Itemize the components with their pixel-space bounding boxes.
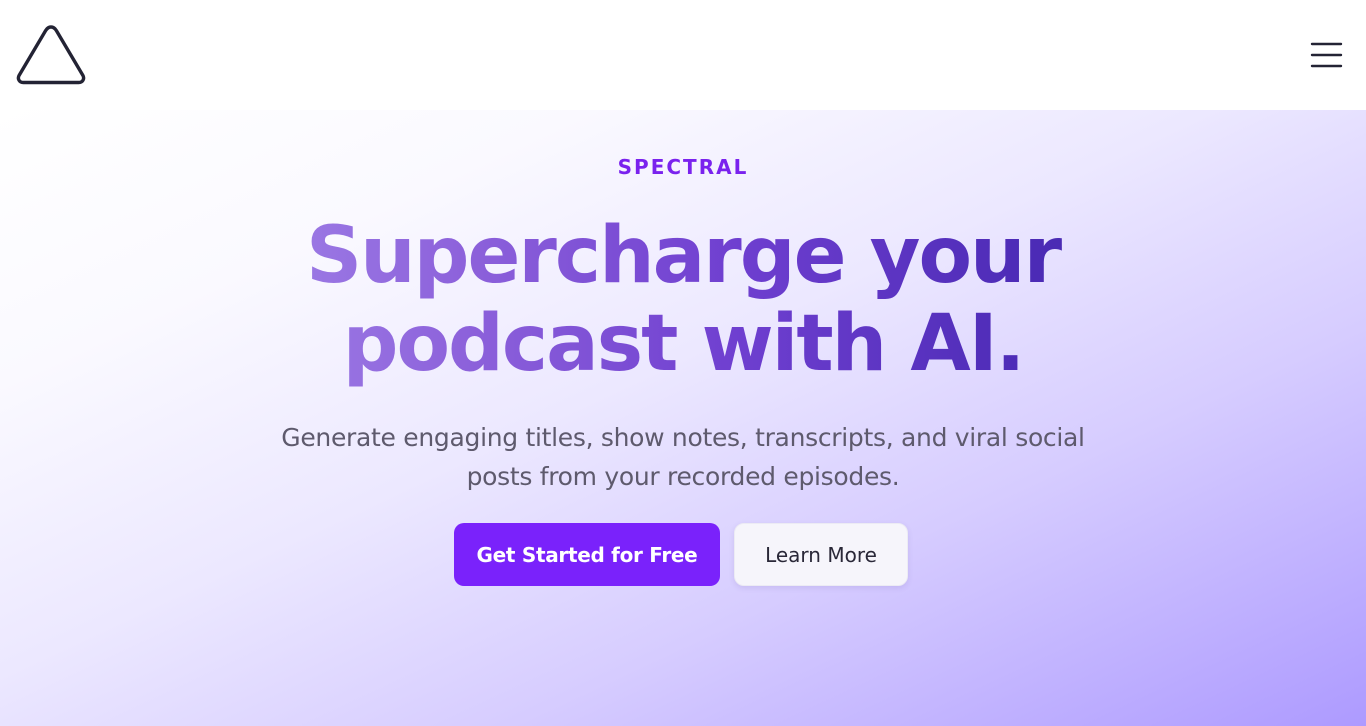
hamburger-menu-button[interactable]	[1306, 38, 1348, 72]
hero-subtitle-line-1: Generate engaging titles, show notes, tr…	[281, 423, 1085, 452]
hero-headline-line-1: Supercharge your	[305, 211, 1061, 301]
hero-headline: Supercharge your podcast with AI.	[183, 212, 1183, 388]
get-started-button[interactable]: Get Started for Free	[454, 523, 720, 586]
hero-subtitle: Generate engaging titles, show notes, tr…	[243, 418, 1123, 496]
triangle-logo-icon[interactable]	[14, 22, 88, 86]
hero-section: SPECTRAL Supercharge your podcast with A…	[0, 110, 1366, 726]
brand-eyebrow: SPECTRAL	[617, 155, 749, 179]
learn-more-button[interactable]: Learn More	[734, 523, 908, 586]
hero-subtitle-line-2: posts from your recorded episodes.	[466, 462, 900, 491]
hamburger-menu-icon	[1310, 42, 1343, 68]
hero-headline-line-2: podcast with AI.	[342, 299, 1024, 389]
site-header	[0, 0, 1366, 110]
